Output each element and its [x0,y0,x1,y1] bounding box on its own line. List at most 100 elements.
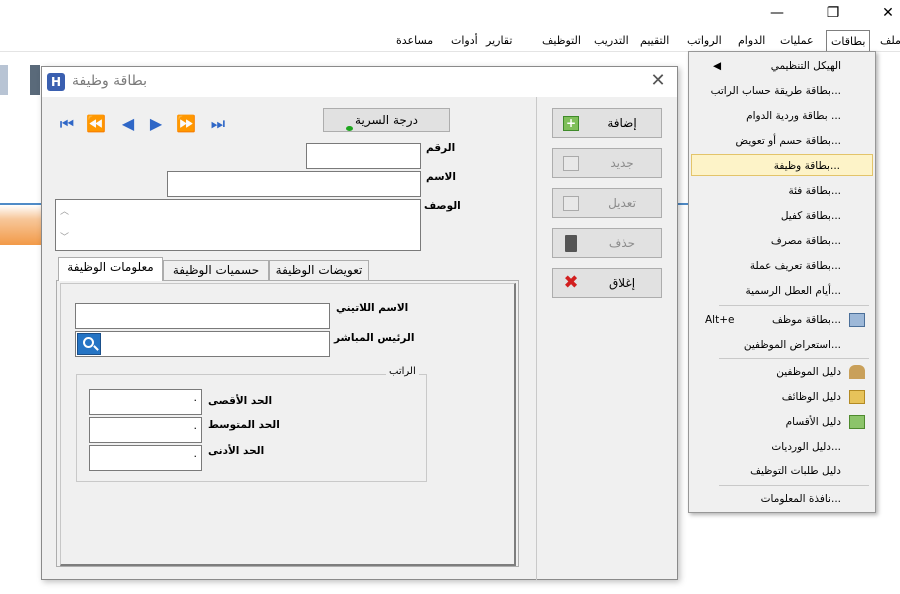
menu-item-label: نافذة المعلومات... [760,493,841,505]
employee-card-icon [849,313,865,327]
menu-item-info-window[interactable]: نافذة المعلومات... [691,488,873,510]
add-button[interactable]: + إضافة [552,108,662,138]
menu-item-department-directory[interactable]: دليل الأقسام [691,411,873,433]
department-icon [849,415,865,429]
direct-manager-label: الرئيس المباشر [334,332,415,344]
menu-item-holidays[interactable]: أيام العطل الرسمية... [691,280,873,302]
menu-item-label: دليل الموظفين [776,366,841,378]
menu-item-browse-employees[interactable]: استعراض الموظفين... [691,334,873,356]
delete-label: حذف [608,236,636,250]
close-icon[interactable]: ✕ [877,4,899,24]
menu-item-currency-card[interactable]: بطاقة تعريف عملة... [691,255,873,277]
last-record-icon[interactable]: ⏭ [208,115,228,133]
menu-item-bank-card[interactable]: بطاقة مصرف... [691,230,873,252]
tab-job-info[interactable]: معلومات الوظيفة [58,257,163,281]
first-record-icon[interactable]: ⏮ [57,115,77,133]
new-button[interactable]: جديد [552,148,662,178]
latin-name-field[interactable] [75,303,330,329]
menu-item-sponsor-card[interactable]: بطاقة كفيل... [691,205,873,227]
menu-item-category-card[interactable]: بطاقة فئة... [691,180,873,202]
menu-file[interactable]: ملف [880,32,900,50]
menu-hiring[interactable]: التوظيف [542,32,581,50]
search-icon[interactable] [77,333,101,355]
menu-cards[interactable]: بطاقات [826,30,871,53]
secrecy-level-button[interactable]: درجة السرية [323,108,450,132]
menu-training[interactable]: التدريب [594,32,629,50]
menu-item-shortcut: Alt+e [705,314,735,326]
minimize-icon[interactable]: — [766,4,788,24]
menu-item-label: بطاقة طريقة حساب الراتب... [710,85,841,97]
menu-evaluation[interactable]: التقييم [640,32,669,50]
scroll-down-icon[interactable]: ﹀ [60,230,69,243]
menu-item-job-applications[interactable]: دليل طلبات التوظيف [691,460,873,482]
salary-min-label: الحد الأدنى [208,445,265,457]
menu-item-shifts-directory[interactable]: دليل الورديات... [691,436,873,458]
description-field[interactable]: ︿ ﹀ [55,199,421,251]
menu-reports[interactable]: تقارير [486,32,512,50]
menu-separator [719,485,869,486]
salary-min-field[interactable]: · [89,445,202,471]
next-page-icon[interactable]: ⏩ [176,115,196,133]
menu-attendance[interactable]: الدوام [738,32,765,50]
next-record-icon[interactable]: ▶ [146,115,166,133]
menu-item-employee-card[interactable]: Alt+e بطاقة موظف... [691,309,873,331]
delete-button[interactable]: حذف [552,228,662,258]
menu-item-label: بطاقة حسم أو تعويض... [735,135,841,147]
menu-separator [719,305,869,306]
trash-icon [565,235,577,252]
menu-item-salary-method[interactable]: بطاقة طريقة حساب الراتب... [691,80,873,102]
menu-item-label: دليل طلبات التوظيف [750,465,841,477]
menu-help[interactable]: مساعدة [396,32,433,50]
menu-item-deduction-card[interactable]: بطاقة حسم أو تعويض... [691,130,873,152]
direct-manager-field[interactable] [75,331,330,357]
menu-item-label: بطاقة مصرف... [770,235,841,247]
toolbar-icon [30,65,40,95]
menu-item-label: الهيكل التنظيمي [770,60,841,72]
menu-item-label: استعراض الموظفين... [743,339,841,351]
number-field[interactable] [306,143,421,169]
menu-item-org-structure[interactable]: ◀ الهيكل التنظيمي [691,55,873,77]
menu-item-label: دليل الورديات... [771,441,841,453]
close-button[interactable]: ✖ إغلاق [552,268,662,298]
edit-button[interactable]: تعديل [552,188,662,218]
prev-page-icon[interactable]: ⏪ [86,115,106,133]
search-icon-handle [93,345,99,351]
background-banner [0,205,45,245]
salary-mid-field[interactable]: · [89,417,202,443]
menu-separator [719,358,869,359]
menu-tools[interactable]: أدوات [451,32,478,50]
toolbar-icon [0,65,8,95]
scroll-up-icon[interactable]: ︿ [60,204,69,217]
add-label: إضافة [607,116,637,130]
tab-job-deductions[interactable]: حسميات الوظيفة [163,260,269,280]
close-x-icon: ✖ [563,272,579,293]
menu-item-label: أيام العطل الرسمية... [745,285,841,297]
description-label: الوصف [424,200,461,212]
menu-item-label: بطاقة فئة... [788,185,841,197]
menu-operations[interactable]: عمليات [780,32,814,50]
latin-name-label: الاسم اللاتيني [336,302,409,314]
salary-max-field[interactable]: · [89,389,202,415]
close-label: إغلاق [608,276,636,290]
restore-icon[interactable]: ❐ [822,4,844,24]
submenu-arrow-icon: ◀ [713,60,722,72]
edit-label: تعديل [608,196,636,210]
close-icon[interactable]: ✕ [648,71,668,91]
menu-item-label: بطاقة تعريف عملة... [749,260,841,272]
menu-item-job-directory[interactable]: دليل الوظائف [691,386,873,408]
new-label: جديد [610,156,634,170]
name-field[interactable] [167,171,421,197]
menu-item-label: بطاقة كفيل... [780,210,841,222]
menu-salaries[interactable]: الرواتب [687,32,722,50]
tab-job-compensations[interactable]: تعويضات الوظيفة [269,260,369,280]
app-logo-icon: H [47,73,65,91]
edit-icon [563,196,579,211]
menu-item-job-card[interactable]: بطاقة وظيفة... [691,154,873,176]
menu-item-shift-card[interactable]: بطاقة وردية الدوام ... [691,105,873,127]
menu-item-label: بطاقة وردية الدوام ... [746,110,841,122]
dialog-title-bar: H بطاقة وظيفة ✕ [42,67,677,97]
app-title-bar: — ❐ ✕ [0,0,900,30]
new-document-icon [563,156,579,171]
prev-record-icon[interactable]: ◀ [118,115,138,133]
menu-item-employee-directory[interactable]: دليل الموظفين [691,361,873,383]
